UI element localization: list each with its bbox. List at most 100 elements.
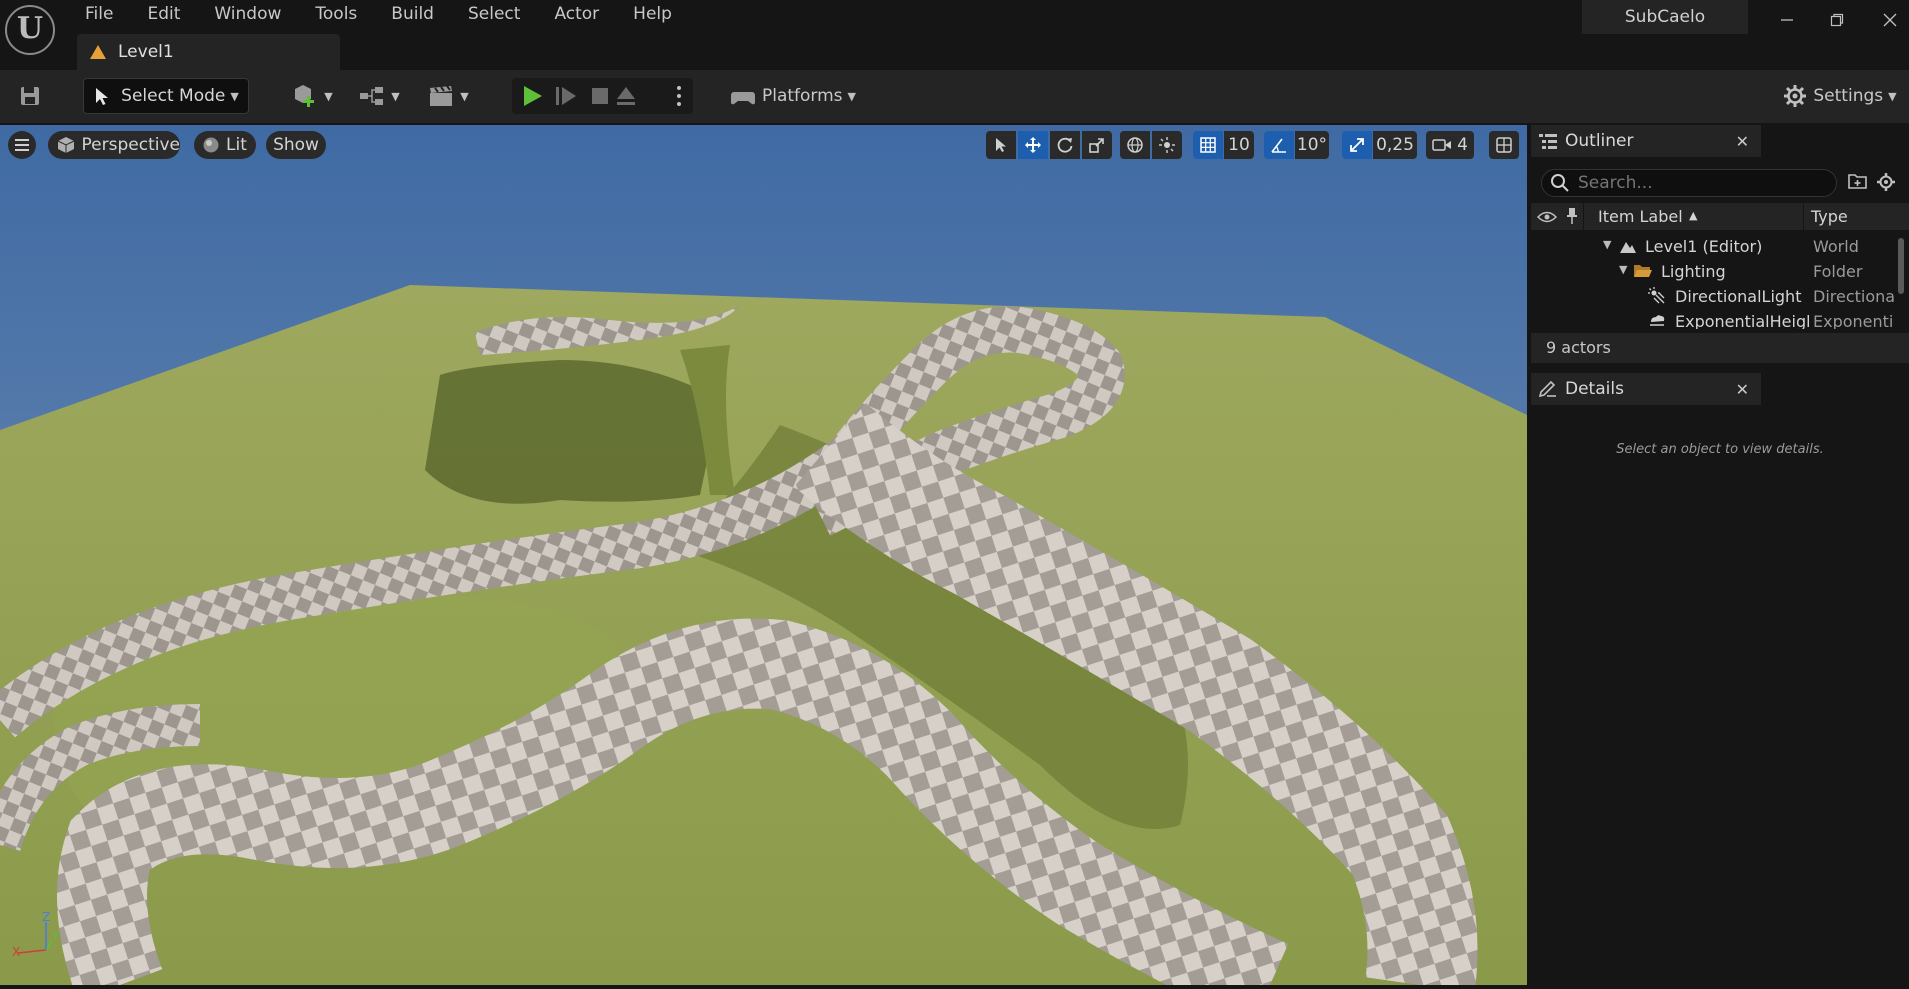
eject-icon[interactable]	[617, 87, 635, 105]
column-divider	[1803, 203, 1804, 230]
row-type: World	[1813, 237, 1859, 256]
world-space-icon[interactable]	[1120, 131, 1150, 159]
camera-speed-button[interactable]: 4	[1426, 131, 1474, 159]
menu-file[interactable]: File	[68, 0, 130, 28]
rotation-snap-value[interactable]: 10°	[1295, 131, 1329, 159]
axis-x-label: X	[12, 945, 20, 959]
add-folder-icon[interactable]	[1848, 172, 1868, 195]
menu-window[interactable]: Window	[197, 0, 298, 28]
menu-actor[interactable]: Actor	[537, 0, 616, 28]
outliner-search-input[interactable]	[1541, 169, 1837, 197]
grid-snap-icon[interactable]	[1193, 131, 1223, 159]
blueprint-button[interactable]: ▼	[354, 78, 404, 114]
collapse-arrow-icon[interactable]: ▼	[1603, 238, 1611, 251]
step-forward-icon[interactable]	[556, 87, 576, 105]
menu-help[interactable]: Help	[616, 0, 689, 28]
scale-tool-icon[interactable]	[1082, 131, 1112, 159]
level-tab[interactable]: Level1	[77, 34, 340, 70]
stop-icon[interactable]	[592, 88, 608, 104]
details-empty-message: Select an object to view details.	[1616, 442, 1824, 457]
perspective-label: Perspective	[81, 135, 180, 155]
restore-icon[interactable]	[1810, 0, 1864, 40]
close-details-icon[interactable]: ✕	[1736, 380, 1749, 399]
unreal-logo-icon[interactable]: U	[5, 5, 55, 55]
viewport-menu-icon[interactable]	[8, 131, 36, 159]
lit-label: Lit	[226, 135, 247, 155]
more-options-icon[interactable]	[677, 86, 681, 106]
close-window-icon[interactable]	[1863, 0, 1909, 40]
scale-snap-icon[interactable]	[1342, 131, 1372, 159]
chevron-down-icon: ▼	[1888, 89, 1897, 103]
outliner-settings-icon[interactable]	[1876, 172, 1896, 197]
cinematics-button[interactable]: ▼	[423, 78, 473, 114]
level-icon	[90, 45, 106, 59]
outliner-tab[interactable]: Outliner ✕	[1531, 125, 1761, 157]
viewport-layout-icon[interactable]	[1489, 131, 1519, 159]
details-title: Details	[1565, 379, 1624, 399]
outliner-row-exponential-height-fog[interactable]: ExponentialHeigh Exponenti	[1531, 309, 1901, 329]
row-label: Lighting	[1661, 262, 1726, 281]
type-column[interactable]: Type	[1811, 207, 1848, 226]
outliner-row-directional-light[interactable]: DirectionalLight Directiona	[1531, 284, 1901, 309]
chevron-down-icon: ▼	[324, 89, 333, 103]
axis-z-label: Z	[42, 910, 50, 924]
add-actor-button[interactable]: ▼	[287, 78, 337, 114]
row-label: ExponentialHeigh	[1675, 312, 1809, 329]
sphere-icon	[203, 137, 219, 153]
outliner-title: Outliner	[1565, 131, 1634, 151]
folder-open-icon	[1634, 265, 1652, 277]
surface-snap-icon[interactable]	[1152, 131, 1182, 159]
column-divider	[1583, 203, 1584, 230]
viewport-scene[interactable]	[0, 125, 1527, 985]
menu-select[interactable]: Select	[451, 0, 537, 28]
play-controls	[512, 78, 693, 114]
select-tool-icon[interactable]	[986, 131, 1016, 159]
add-cube-icon	[295, 85, 315, 107]
translate-tool-icon[interactable]	[1018, 131, 1048, 159]
item-label-column[interactable]: Item Label	[1598, 207, 1683, 226]
rotate-tool-icon[interactable]	[1050, 131, 1080, 159]
outliner-status-bar: 9 actors	[1531, 333, 1909, 363]
chevron-down-icon: ▼	[847, 89, 857, 103]
outliner-row-level1[interactable]: ▼ Level1 (Editor) World	[1531, 234, 1901, 259]
select-mode-dropdown[interactable]: Select Mode ▼	[83, 78, 249, 114]
pin-icon[interactable]	[1565, 207, 1579, 225]
outliner-row-lighting[interactable]: ▼ Lighting Folder	[1531, 259, 1901, 284]
chevron-down-icon: ▼	[460, 89, 469, 103]
directional-light-icon	[1648, 287, 1665, 304]
menu-bar: File Edit Window Tools Build Select Acto…	[68, 0, 689, 28]
main-toolbar: Select Mode ▼ ▼ ▼ ▼ Platforms ▼ Settings…	[0, 70, 1909, 123]
perspective-button[interactable]: Perspective	[48, 131, 180, 159]
actor-count: 9 actors	[1546, 338, 1611, 357]
visibility-eye-icon[interactable]	[1537, 210, 1557, 224]
lit-button[interactable]: Lit	[194, 131, 256, 159]
settings-label: Settings	[1813, 86, 1884, 106]
blueprint-icon	[360, 87, 384, 105]
sort-ascending-icon[interactable]: ▲	[1689, 209, 1697, 222]
outliner-scrollbar[interactable]	[1898, 238, 1904, 294]
menu-edit[interactable]: Edit	[130, 0, 197, 28]
minimize-icon[interactable]	[1760, 0, 1814, 40]
level-viewport[interactable]: Perspective Lit Show 10 10° 0,25 4 X Y Z	[0, 125, 1527, 985]
collapse-arrow-icon[interactable]: ▼	[1619, 263, 1627, 276]
grid-snap-value[interactable]: 10	[1224, 131, 1254, 159]
platforms-dropdown[interactable]: Platforms ▼	[728, 78, 858, 114]
close-outliner-icon[interactable]: ✕	[1736, 132, 1749, 151]
menu-build[interactable]: Build	[374, 0, 451, 28]
row-label: Level1 (Editor)	[1645, 237, 1763, 256]
scale-snap-value[interactable]: 0,25	[1373, 131, 1417, 159]
menu-tools[interactable]: Tools	[298, 0, 374, 28]
settings-dropdown[interactable]: Settings ▼	[1780, 78, 1900, 114]
show-button[interactable]: Show	[266, 131, 326, 159]
gear-icon	[1784, 85, 1807, 107]
details-tab[interactable]: Details ✕	[1531, 373, 1761, 405]
rotation-snap-icon[interactable]	[1264, 131, 1294, 159]
fog-icon	[1650, 315, 1665, 326]
project-name: SubCaelo	[1582, 0, 1748, 34]
search-field[interactable]	[1576, 172, 1820, 194]
save-icon[interactable]	[12, 78, 48, 114]
play-icon[interactable]	[524, 86, 542, 106]
gamepad-icon	[730, 92, 755, 105]
row-type: Directiona	[1813, 287, 1896, 306]
search-icon	[1551, 174, 1569, 192]
